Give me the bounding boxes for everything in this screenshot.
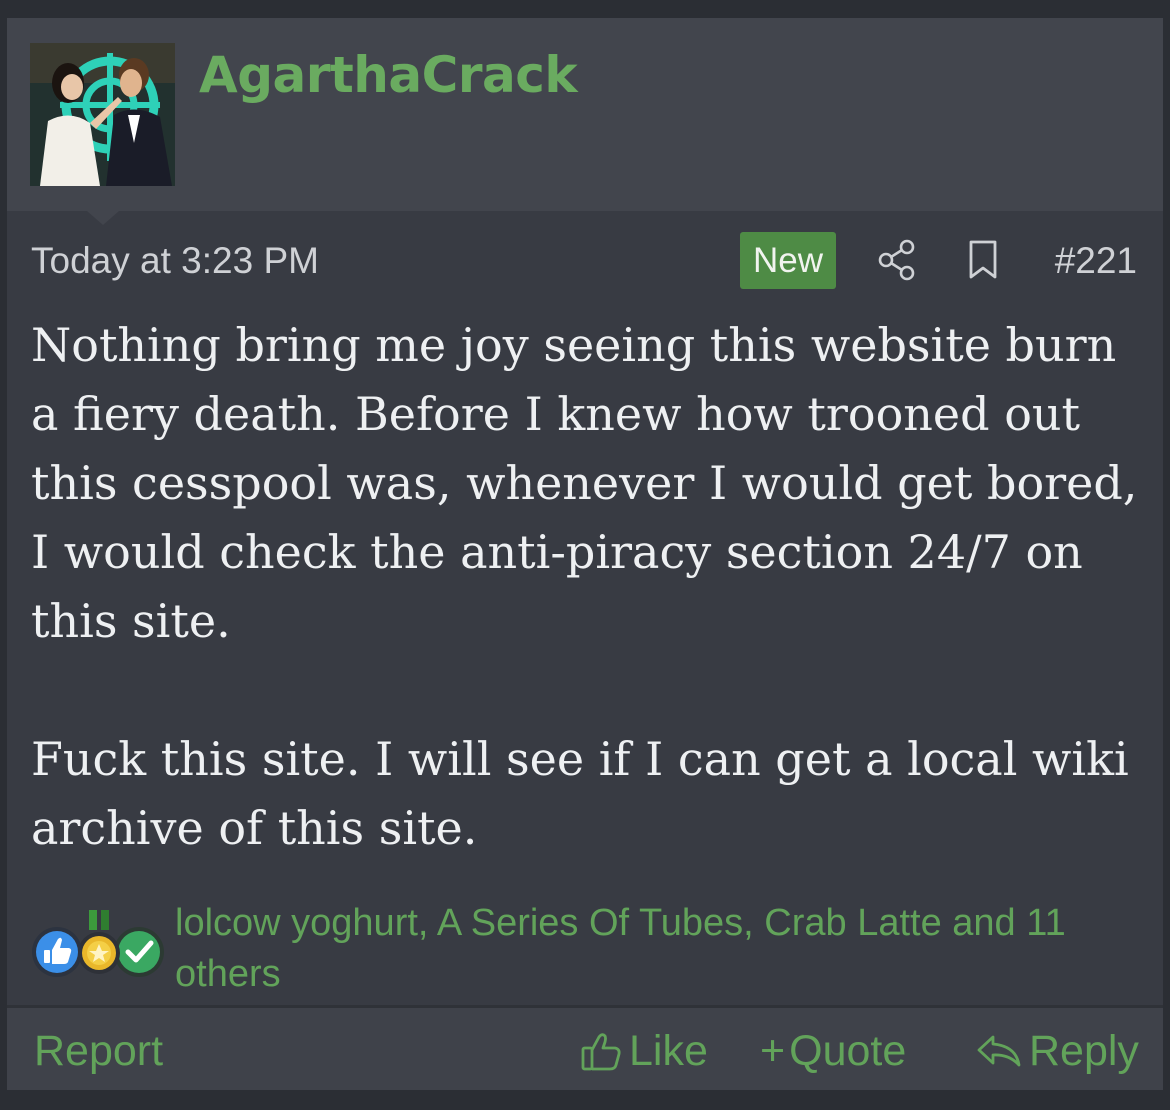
plus-icon: + [760, 1027, 786, 1075]
user-header: AgarthaCrack [7, 18, 1163, 211]
thumbs-up-icon [32, 927, 82, 977]
reactions-icons[interactable] [27, 906, 177, 978]
post-paragraph: Fuck this site. I will see if I can get … [31, 732, 1129, 855]
post-number[interactable]: #221 [1055, 240, 1137, 282]
report-button[interactable]: Report [34, 1023, 163, 1079]
reaction-summary[interactable]: lolcow yoghurt, A Series Of Tubes, Crab … [175, 898, 1135, 1000]
avatar-image [30, 43, 175, 186]
reply-icon [977, 1035, 1021, 1067]
like-button[interactable]: Like [579, 1023, 708, 1079]
reply-button[interactable]: Reply [975, 1023, 1139, 1079]
quote-label: Quote [789, 1027, 907, 1075]
quote-button[interactable]: + Quote [760, 1023, 906, 1079]
username[interactable]: AgarthaCrack [199, 46, 578, 104]
share-icon[interactable] [876, 238, 918, 282]
post-body: Nothing bring me joy seeing this website… [31, 311, 1141, 863]
thumbs-up-icon [581, 1033, 621, 1071]
report-label: Report [34, 1027, 164, 1075]
forum-post: AgarthaCrack Today at 3:23 PM New #221 N… [7, 18, 1163, 1090]
avatar[interactable] [30, 43, 175, 186]
post-timestamp[interactable]: Today at 3:23 PM [31, 240, 319, 282]
checkmark-icon [114, 927, 164, 977]
reply-label: Reply [1029, 1027, 1139, 1075]
header-pointer [87, 211, 119, 225]
new-badge: New [740, 232, 836, 289]
like-label: Like [629, 1027, 708, 1075]
bookmark-icon[interactable] [965, 239, 1001, 281]
post-paragraph: Nothing bring me joy seeing this website… [31, 318, 1138, 648]
medal-icon [78, 910, 120, 974]
